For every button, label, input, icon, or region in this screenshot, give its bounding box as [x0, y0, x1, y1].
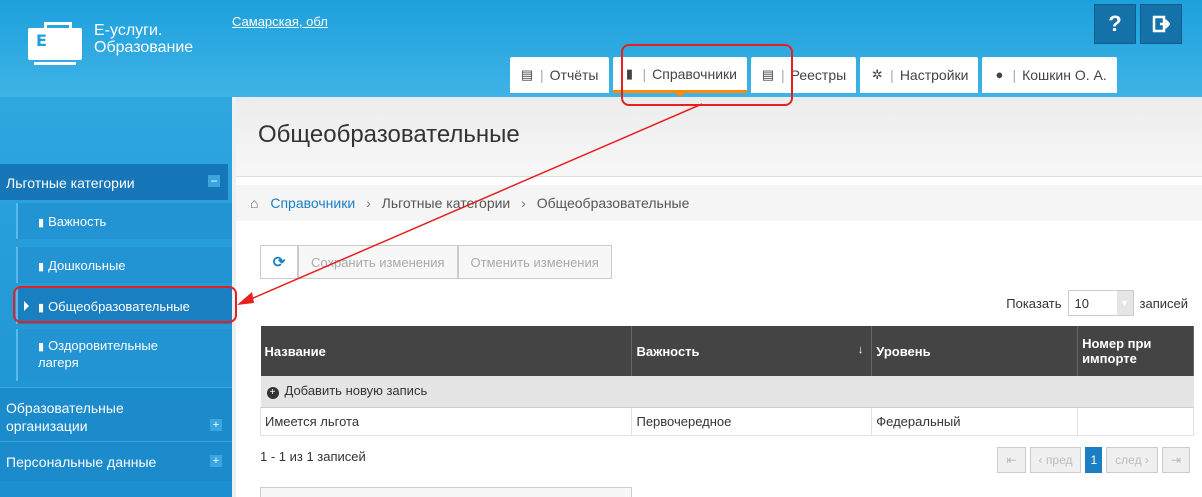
- help-button[interactable]: ?: [1094, 4, 1136, 44]
- home-icon[interactable]: ⌂: [250, 195, 258, 211]
- next-page-button[interactable]: след ›: [1106, 447, 1158, 473]
- table-row[interactable]: Имеется льгота Первочередное Федеральный: [259, 406, 1194, 436]
- cell-importance[interactable]: Первочередное: [631, 406, 873, 436]
- cell-level[interactable]: Федеральный: [871, 406, 1079, 436]
- app-logo[interactable]: Е-услуги. Образование: [28, 22, 193, 66]
- add-record-button[interactable]: + Добавить новую запись: [260, 376, 1194, 408]
- chevron-right-icon: ›: [366, 195, 371, 211]
- page-title: Общеобразовательные: [258, 121, 520, 148]
- book-icon: ▮: [38, 341, 45, 353]
- chevron-right-icon: ›: [521, 195, 526, 211]
- app-header: Е-услуги. Образование Самарская, обл ? ▤…: [0, 0, 1202, 97]
- sidebar-group-personal-data[interactable]: Персональные данные +: [0, 441, 232, 481]
- tab-settings[interactable]: ✲ | Настройки: [860, 57, 979, 93]
- main-content: Общеобразовательные ⌂ Справочники › Льго…: [236, 97, 1202, 497]
- refresh-icon: ⟳: [272, 254, 286, 271]
- refresh-button[interactable]: ⟳: [260, 245, 298, 279]
- prev-page-button[interactable]: ‹ пред: [1029, 447, 1082, 473]
- column-header-level[interactable]: Уровень: [871, 326, 1079, 376]
- page-size-select[interactable]: 10 ▼: [1067, 290, 1134, 316]
- records-count: 1 - 1 из 1 записей: [260, 449, 366, 464]
- app-title: Е-услуги. Образование: [94, 22, 194, 56]
- expand-icon[interactable]: +: [210, 455, 222, 467]
- first-page-button[interactable]: ⇤: [997, 447, 1026, 473]
- sidebar-group-educational-orgs[interactable]: Образовательные организации +: [0, 387, 232, 441]
- breadcrumb-directories[interactable]: Справочники: [270, 195, 355, 211]
- sidebar-section-benefit-categories[interactable]: Льготные категории −: [0, 164, 228, 200]
- report-icon: ▤: [520, 67, 534, 82]
- collapse-icon[interactable]: −: [208, 175, 220, 187]
- plus-circle-icon: +: [266, 387, 279, 400]
- sidebar-item-preschool[interactable]: ▮ Дошкольные: [16, 247, 232, 283]
- gear-icon: ✲: [871, 67, 883, 82]
- breadcrumb-benefit-categories[interactable]: Льготные категории: [382, 195, 511, 211]
- sidebar-item-health-camps[interactable]: ▮ Оздоровительные лагеря: [16, 329, 232, 381]
- page-size-control: Показать 10 ▼ записей: [1006, 290, 1188, 316]
- logout-icon: [1152, 15, 1170, 33]
- breadcrumb-current: Общеобразовательные: [536, 195, 690, 211]
- book-icon: ▮: [38, 217, 45, 229]
- column-header-importance[interactable]: Важность ↓: [631, 326, 873, 376]
- book-icon: ▮: [38, 261, 45, 273]
- tab-user[interactable]: ● | Кошкин О. А.: [982, 57, 1117, 93]
- cell-name[interactable]: Имеется льгота: [259, 406, 633, 436]
- data-table: Название Важность ↓ Уровень Номер при им…: [259, 326, 1194, 436]
- highlight-box-tab: [621, 44, 793, 106]
- region-link[interactable]: Самарская, обл: [232, 14, 328, 29]
- breadcrumb: ⌂ Справочники › Льготные категории › Общ…: [236, 185, 1202, 221]
- column-header-import-number[interactable]: Номер при импорте: [1077, 326, 1194, 376]
- logout-button[interactable]: [1140, 4, 1182, 44]
- sort-down-icon: ↓: [857, 344, 864, 356]
- sidebar-item-importance[interactable]: ▮ Важность: [16, 203, 232, 239]
- save-changes-button[interactable]: Сохранить изменения: [298, 245, 458, 279]
- column-header-name[interactable]: Название: [260, 326, 633, 376]
- chevron-down-icon: ▼: [1116, 291, 1133, 315]
- cancel-changes-button[interactable]: Отменить изменения: [457, 245, 612, 279]
- title-bar: Общеобразовательные: [236, 97, 1202, 177]
- grid-toolbar-bottom: [260, 487, 632, 497]
- page-number-button[interactable]: 1: [1085, 447, 1103, 473]
- tab-reports[interactable]: ▤ | Отчёты: [510, 57, 609, 93]
- user-icon: ●: [995, 67, 1004, 82]
- expand-icon[interactable]: +: [210, 419, 222, 431]
- highlight-box-sidebar-item: [13, 286, 237, 323]
- last-page-button[interactable]: ⇥: [1161, 447, 1190, 473]
- grid-toolbar: ⟳ Сохранить изменения Отменить изменения: [260, 245, 612, 279]
- pagination: ⇤ ‹ пред 1 след › ⇥: [993, 447, 1190, 473]
- main-tabs: ▤ | Отчёты ▮ | Справочники ▤ | Реестры ✲ | Н…: [510, 57, 1121, 97]
- briefcase-icon: [28, 22, 82, 66]
- cell-import-number[interactable]: [1077, 406, 1194, 436]
